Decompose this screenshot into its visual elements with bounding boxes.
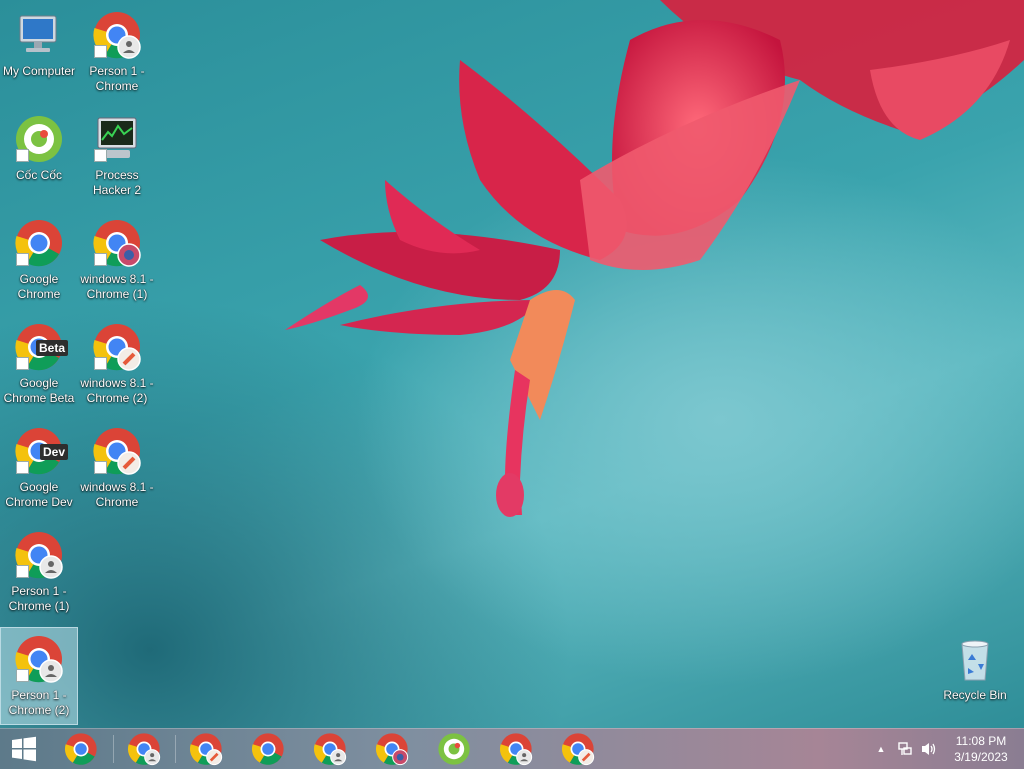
shortcut-arrow-icon xyxy=(94,253,107,266)
taskbar: ▲ 11:08 PM 3/19/2023 xyxy=(0,728,1024,769)
desktop-icon-person1-chrome-2[interactable]: Person 1 - Chrome (2) xyxy=(0,627,78,725)
chrome-icon xyxy=(251,733,284,765)
shortcut-arrow-icon xyxy=(94,357,107,370)
desktop[interactable]: My Computer Cốc Cốc Google Chrome Beta G… xyxy=(0,0,1024,728)
desktop-icon-label: Cốc Cốc xyxy=(15,168,62,182)
chrome-profile-icon xyxy=(189,733,223,766)
desktop-icon-person1-chrome-1[interactable]: Person 1 - Chrome (1) xyxy=(1,524,77,620)
volume-icon[interactable] xyxy=(920,739,938,759)
desktop-icon-label: My Computer xyxy=(2,64,76,78)
desktop-icon-label: Process Hacker 2 xyxy=(92,168,142,197)
taskbar-person-chrome-2[interactable] xyxy=(302,731,358,767)
desktop-icon-label: Google Chrome Dev xyxy=(5,480,73,509)
dev-tag: Dev xyxy=(39,444,68,460)
shortcut-arrow-icon xyxy=(16,253,29,266)
desktop-icon-coccoc[interactable]: Cốc Cốc xyxy=(1,108,77,204)
chrome-profile-icon xyxy=(561,733,595,766)
desktop-icon-label: windows 8.1 - Chrome xyxy=(80,480,154,509)
taskbar-chrome-2[interactable] xyxy=(240,731,296,767)
desktop-icon-chrome-dev[interactable]: Dev Google Chrome Dev xyxy=(1,420,77,516)
shortcut-arrow-icon xyxy=(16,149,29,162)
desktop-icon-chrome-beta[interactable]: Beta Google Chrome Beta xyxy=(1,316,77,412)
taskbar-coccoc[interactable] xyxy=(426,731,482,767)
clock-time: 11:08 PM xyxy=(955,734,1007,748)
windows-logo-icon xyxy=(12,736,36,762)
taskbar-chrome[interactable] xyxy=(53,731,109,767)
recycle-bin-icon xyxy=(961,640,989,681)
computer-icon xyxy=(19,15,57,52)
taskbar-clock[interactable]: 11:08 PM 3/19/2023 xyxy=(944,733,1018,765)
taskbar-person-chrome-3[interactable] xyxy=(488,731,544,767)
desktop-icon-label: windows 8.1 - Chrome (2) xyxy=(80,376,154,405)
desktop-icon-label: Person 1 - Chrome xyxy=(89,64,145,93)
show-hidden-icons-chevron-icon[interactable]: ▲ xyxy=(872,739,890,759)
coccoc-icon xyxy=(438,733,470,765)
taskbar-person-chrome[interactable] xyxy=(116,731,172,767)
taskbar-separator xyxy=(113,735,114,763)
chrome-person-icon xyxy=(127,733,161,766)
desktop-icon-my-computer[interactable]: My Computer xyxy=(1,4,77,100)
shortcut-arrow-icon xyxy=(16,669,29,682)
chrome-person-icon xyxy=(313,733,347,766)
taskbar-profile-chrome-2[interactable] xyxy=(364,731,420,767)
desktop-icon-win81-chrome-1[interactable]: windows 8.1 - Chrome (1) xyxy=(79,212,155,308)
taskbar-profile-chrome-1[interactable] xyxy=(178,731,234,767)
desktop-icon-person1-chrome[interactable]: Person 1 - Chrome xyxy=(79,4,155,100)
taskbar-separator xyxy=(175,735,176,763)
desktop-icon-label: windows 8.1 - Chrome (1) xyxy=(80,272,154,301)
desktop-icon-label: Recycle Bin xyxy=(943,688,1007,702)
desktop-icon-label: Google Chrome xyxy=(17,272,61,301)
beta-tag: Beta xyxy=(35,340,68,356)
desktop-icon-google-chrome[interactable]: Google Chrome xyxy=(1,212,77,308)
taskbar-profile-chrome-3[interactable] xyxy=(550,731,606,767)
desktop-icon-label: Google Chrome Beta xyxy=(3,376,75,405)
chrome-icon xyxy=(64,733,97,765)
shortcut-arrow-icon xyxy=(16,357,29,370)
shortcut-arrow-icon xyxy=(94,149,107,162)
desktop-icon-label: Person 1 - Chrome (1) xyxy=(8,584,70,613)
desktop-icon-recycle-bin[interactable]: Recycle Bin xyxy=(937,628,1013,724)
chrome-profile-icon xyxy=(375,733,409,766)
start-button[interactable] xyxy=(0,731,48,767)
shortcut-arrow-icon xyxy=(16,461,29,474)
desktop-icon-label: Person 1 - Chrome (2) xyxy=(8,688,70,717)
network-icon[interactable] xyxy=(896,739,914,759)
shortcut-arrow-icon xyxy=(94,45,107,58)
desktop-icon-process-hacker[interactable]: Process Hacker 2 xyxy=(79,108,155,204)
chrome-person-icon xyxy=(499,733,533,766)
shortcut-arrow-icon xyxy=(94,461,107,474)
desktop-icon-win81-chrome-2[interactable]: windows 8.1 - Chrome (2) xyxy=(79,316,155,412)
desktop-icon-win81-chrome[interactable]: windows 8.1 - Chrome xyxy=(79,420,155,516)
clock-date: 3/19/2023 xyxy=(954,750,1008,764)
shortcut-arrow-icon xyxy=(16,565,29,578)
